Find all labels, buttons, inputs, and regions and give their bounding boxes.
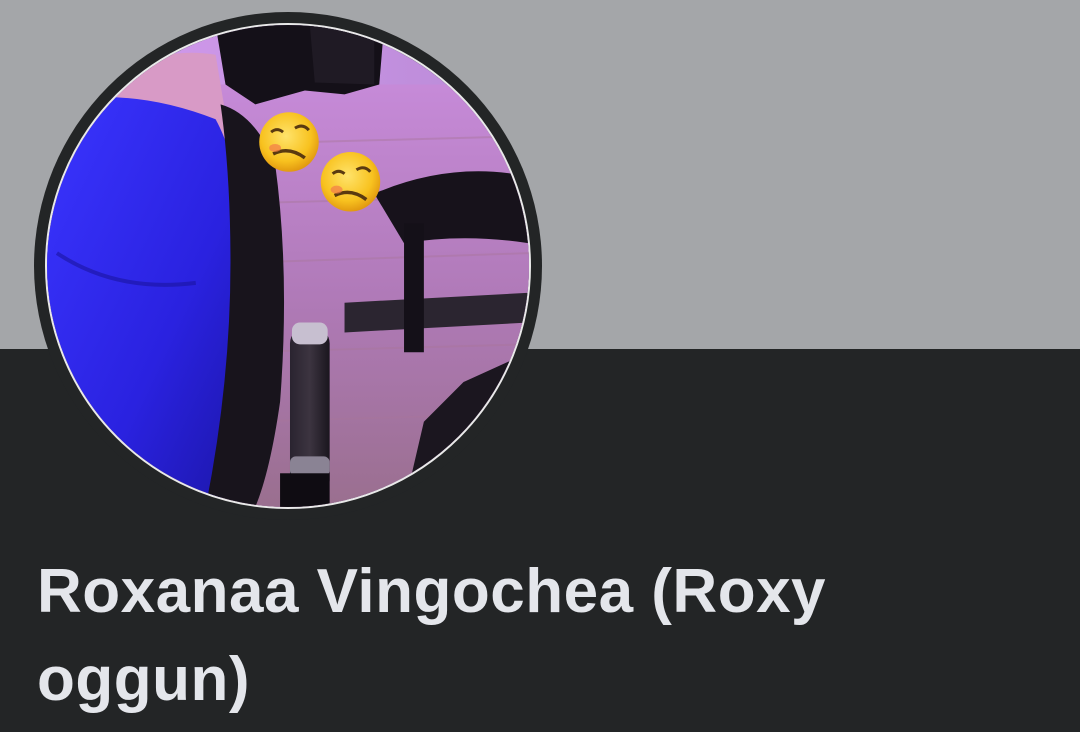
profile-name: Roxanaa Vingochea (Roxy oggun) xyxy=(37,557,827,714)
profile-picture-image xyxy=(47,25,529,507)
profile-page: Roxanaa Vingochea (Roxy oggun) xyxy=(0,0,1080,732)
woozy-face-emoji-icon xyxy=(320,151,381,212)
profile-picture[interactable] xyxy=(45,23,531,509)
woozy-face-emoji-icon xyxy=(259,112,319,172)
